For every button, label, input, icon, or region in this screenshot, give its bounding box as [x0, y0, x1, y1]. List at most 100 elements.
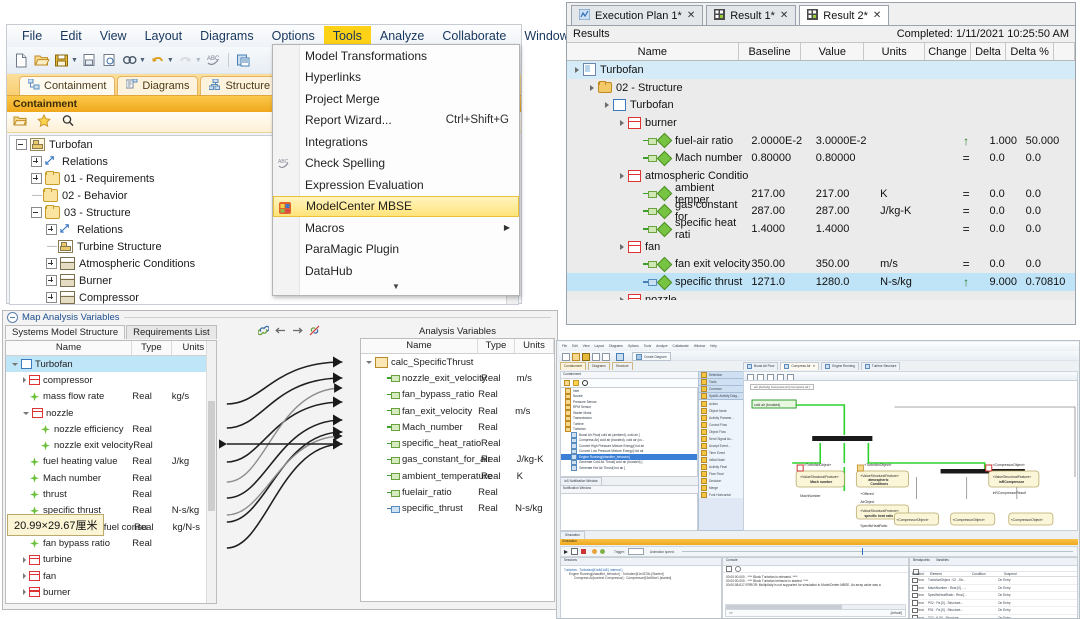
close-icon[interactable]: ✕	[780, 10, 788, 21]
mini-simulation-toolbar[interactable]: Trigger: Animation speed:	[560, 546, 1078, 557]
mini-notification-tab[interactable]: IoS Notification Window	[560, 477, 696, 485]
tab-structure[interactable]: Structure	[200, 76, 280, 95]
menu-item-modelcenter-mbse[interactable]: ModelCenter MBSE	[273, 195, 519, 217]
table-row[interactable]: specific thrust 1271.0 1280.0 N-s/kg ↑ 9.000 0…	[567, 273, 1075, 291]
open-folder-icon[interactable]	[13, 114, 27, 130]
table-row[interactable]: true P02 : Pa [0] - Structure... On Entry	[910, 600, 1077, 607]
expand-toggle-icon[interactable]	[31, 156, 42, 167]
console-input-row[interactable]: >> [default]	[725, 609, 906, 617]
mini-palette-item[interactable]: Time Event	[699, 449, 743, 456]
clear-console-icon[interactable]	[726, 566, 732, 572]
table-row[interactable]: burner	[567, 114, 1075, 132]
table-row[interactable]: nozzle	[6, 405, 216, 421]
menu-analyze[interactable]: Analyze	[371, 26, 433, 46]
column-header[interactable]: Name	[6, 341, 133, 355]
menu-file[interactable]: File	[13, 26, 51, 46]
mini-diagram-tab[interactable]: Compress Air ✕	[780, 362, 820, 370]
menu-tools[interactable]: Tools	[323, 26, 371, 46]
collapse-toggle-icon[interactable]	[12, 362, 18, 366]
table-row[interactable]: true T02 : K [0] - Structure... On Entry	[910, 615, 1077, 618]
expand-toggle-icon[interactable]	[23, 377, 26, 384]
table-row[interactable]: turbine	[6, 552, 216, 568]
column-header[interactable]: Condition	[970, 572, 1002, 576]
table-row[interactable]: Turbofan	[6, 356, 216, 373]
mini-menu-file[interactable]: File	[562, 344, 567, 348]
redo-icon[interactable]	[177, 52, 194, 69]
table-row[interactable]: fan_exit_velocity Real m/s	[361, 403, 554, 419]
mini-menu-edit[interactable]: Edit	[572, 344, 578, 348]
menu-item-datahub[interactable]: DataHub	[273, 260, 519, 282]
table-row[interactable]: Mach number Real	[6, 470, 216, 486]
column-header[interactable]: Name	[361, 339, 478, 353]
breakpoints-body[interactable]: true TurbofanObject : 02 - Str... On Entry…	[910, 577, 1077, 618]
check-spelling-icon[interactable]: ABC	[205, 52, 222, 69]
table-row[interactable]: Turbofan	[567, 96, 1075, 114]
mini-menu-window[interactable]: Window	[694, 344, 705, 348]
print-preview-icon[interactable]	[602, 352, 610, 361]
breakpoints-tab[interactable]: Breakpoints	[913, 558, 930, 565]
menu-item-project-merge[interactable]: Project Merge	[273, 88, 519, 110]
mini-palette-item[interactable]: Tools	[699, 379, 743, 386]
pause-icon[interactable]	[592, 549, 597, 554]
unmap-icon[interactable]	[309, 325, 320, 339]
print-preview-icon[interactable]	[101, 52, 118, 69]
mini-diagram-tab[interactable]: Boost Air Flow	[743, 362, 779, 370]
table-row[interactable]: burner	[6, 584, 216, 600]
table-row[interactable]: true MachNumber : Real [0] - ... On Entry	[910, 585, 1077, 592]
menu-layout[interactable]: Layout	[136, 26, 192, 46]
search-icon[interactable]	[61, 114, 75, 130]
mini-palette[interactable]: Selection Tools Common SysML Activity Diag.…	[698, 371, 744, 531]
mini-sessions-pane[interactable]: Sessions Turbofan : Turbofan@1e461d5 [ i…	[560, 557, 722, 618]
close-icon[interactable]: ✕	[813, 363, 816, 370]
map-tab[interactable]: Requirements List	[126, 325, 217, 339]
scroll-thumb[interactable]	[208, 401, 215, 511]
stop-icon[interactable]	[581, 549, 586, 554]
menu-more-icon[interactable]: ▼	[273, 282, 519, 295]
favorite-star-icon[interactable]	[37, 113, 51, 130]
table-row[interactable]: Turbofan	[567, 61, 1075, 79]
checkbox[interactable]	[912, 607, 918, 613]
expand-toggle-icon[interactable]	[46, 224, 57, 235]
menu-item-report-wizard[interactable]: Report Wizard... Ctrl+Shift+G	[273, 110, 519, 132]
column-header[interactable]: Baseline	[739, 43, 802, 60]
mini-menu-diagrams[interactable]: Diagrams	[609, 344, 623, 348]
mini-palette-item[interactable]: Selection	[699, 372, 743, 379]
checkbox[interactable]	[912, 577, 918, 583]
mini-palette-item[interactable]: Merge	[699, 484, 743, 491]
mini-palette-item[interactable]: Accept Event...	[699, 442, 743, 449]
column-header[interactable]: Name	[567, 43, 739, 60]
mini-palette-item[interactable]: SysML Activity Diag...	[699, 393, 743, 400]
table-row[interactable]: true TurbofanObject : 02 - Str... On Entry	[910, 577, 1077, 585]
collapse-toggle-icon[interactable]	[16, 139, 27, 150]
menu-diagrams[interactable]: Diagrams	[191, 26, 263, 46]
link-left-icon[interactable]	[274, 326, 286, 338]
table-row[interactable]: calc_SpecificThrust	[361, 354, 554, 370]
console-language-select[interactable]: [default]	[891, 611, 902, 615]
menu-view[interactable]: View	[91, 26, 136, 46]
column-header[interactable]	[1054, 43, 1075, 60]
systems-model-tree[interactable]: Name Type Units Turbofan compressor mass flo…	[5, 340, 217, 604]
collapse-toggle-icon[interactable]	[23, 411, 29, 415]
menu-edit[interactable]: Edit	[51, 26, 91, 46]
result-tab[interactable]: Execution Plan 1* ✕	[571, 5, 704, 25]
mini-palette-item[interactable]: Decision	[699, 477, 743, 484]
table-row[interactable]: fuelair_ratio Real	[361, 484, 554, 500]
new-file-icon[interactable]	[13, 52, 30, 69]
mini-palette-item[interactable]: Action	[699, 400, 743, 407]
table-row[interactable]: nozzle	[567, 291, 1075, 300]
table-row[interactable]: nozzle efficiency Real	[6, 421, 216, 437]
mini-tab-containment[interactable]: Containment	[560, 362, 587, 370]
open-folder-icon[interactable]	[33, 52, 50, 69]
expand-toggle-icon[interactable]	[620, 172, 624, 179]
paste-style-icon[interactable]	[235, 52, 252, 69]
mini-simulation-tab[interactable]: Simulation	[560, 531, 1078, 539]
column-header[interactable]: Units	[515, 339, 554, 353]
table-row[interactable]: compressor	[6, 372, 216, 388]
expand-toggle-icon[interactable]	[46, 258, 57, 269]
save-dropdown-icon[interactable]: ▼	[71, 57, 78, 64]
column-header[interactable]: Delta	[971, 43, 1007, 60]
tab-diagrams[interactable]: Diagrams	[117, 76, 199, 95]
menu-item-model-transformations[interactable]: Model Transformations	[273, 45, 519, 67]
expand-toggle-icon[interactable]	[590, 84, 594, 91]
expand-toggle-icon[interactable]	[620, 296, 624, 300]
